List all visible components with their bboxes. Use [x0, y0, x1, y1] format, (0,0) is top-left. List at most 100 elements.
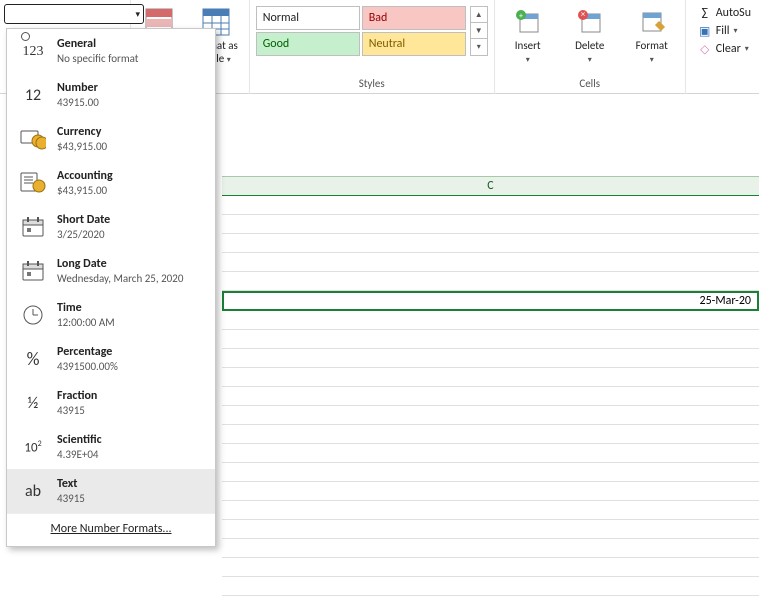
- chevron-down-icon: ▾: [135, 9, 140, 20]
- option-preview: 43915: [57, 492, 85, 505]
- option-title: Time: [57, 301, 115, 315]
- grid-row[interactable]: [222, 234, 759, 253]
- grid-row[interactable]: [222, 520, 759, 539]
- grid-row[interactable]: [222, 425, 759, 444]
- delete-button[interactable]: × Delete ▾: [563, 2, 617, 65]
- grid-row[interactable]: [222, 349, 759, 368]
- grid-row[interactable]: [222, 501, 759, 520]
- fill-icon: ▣: [698, 24, 712, 38]
- number-format-option-time[interactable]: Time12:00:00 AM: [7, 293, 215, 337]
- text-icon: ab: [19, 477, 47, 505]
- chevron-down-icon: ▾: [227, 55, 231, 65]
- worksheet-grid[interactable]: 25-Mar-20: [222, 196, 759, 607]
- chevron-down-icon: ▾: [650, 55, 654, 65]
- number-format-option-accounting[interactable]: Accounting $43,915.00: [7, 161, 215, 205]
- option-title: Short Date: [57, 213, 110, 227]
- grid-row[interactable]: [222, 463, 759, 482]
- option-preview: $43,915.00: [57, 184, 113, 197]
- column-letter: C: [487, 179, 493, 193]
- option-preview: $43,915.00: [57, 140, 107, 153]
- option-title: Scientific: [57, 433, 102, 447]
- style-neutral[interactable]: Neutral: [362, 32, 466, 56]
- option-title: General: [57, 37, 138, 51]
- more-number-formats-link[interactable]: More Number Formats...: [7, 513, 215, 546]
- option-title: Currency: [57, 125, 107, 139]
- grid-row[interactable]: [222, 558, 759, 577]
- cell-styles-gallery[interactable]: Normal Bad Good Neutral: [256, 6, 466, 56]
- style-bad[interactable]: Bad: [362, 6, 466, 30]
- editing-group: ∑ AutoSu ▣ Fill ▾ ◇ Clear ▾: [692, 2, 753, 56]
- number-format-option-number[interactable]: 12 Number43915.00: [7, 73, 215, 117]
- cells-group: + Insert▾ × Delete ▾ Format ▾ Cells: [495, 0, 686, 94]
- option-title: Long Date: [57, 257, 183, 271]
- accounting-icon: [19, 169, 47, 197]
- option-preview: 43915.00: [57, 96, 99, 109]
- grid-row[interactable]: [222, 406, 759, 425]
- number-format-option-scientific[interactable]: 102 Scientific4.39E+04: [7, 425, 215, 469]
- gallery-scroll-down[interactable]: ▼: [471, 23, 487, 39]
- option-preview: 43915: [57, 404, 97, 417]
- clear-button[interactable]: ◇ Clear ▾: [698, 42, 751, 56]
- longdate-icon: [19, 257, 47, 285]
- grid-row[interactable]: [222, 272, 759, 291]
- option-preview: 4.39E+04: [57, 448, 102, 461]
- delete-label: Delete: [575, 39, 604, 52]
- insert-button[interactable]: + Insert▾: [501, 2, 555, 65]
- style-normal[interactable]: Normal: [256, 6, 360, 30]
- grid-row[interactable]: [222, 387, 759, 406]
- delete-icon: ×: [574, 6, 606, 38]
- scientific-icon: 102: [19, 433, 47, 461]
- column-header[interactable]: C: [222, 176, 759, 196]
- svg-text:+: +: [519, 11, 523, 21]
- insert-label: Insert: [515, 39, 541, 52]
- option-title: Number: [57, 81, 99, 95]
- grid-row[interactable]: [222, 196, 759, 215]
- style-good[interactable]: Good: [256, 32, 360, 56]
- grid-row[interactable]: [222, 444, 759, 463]
- clear-label: Clear: [716, 42, 741, 56]
- gallery-scroll-up[interactable]: ▲: [471, 7, 487, 23]
- number-format-option-fraction[interactable]: ½ Fraction43915: [7, 381, 215, 425]
- number-format-option-text[interactable]: abText43915: [7, 469, 215, 513]
- option-title: Fraction: [57, 389, 97, 403]
- styles-group: Normal Bad Good Neutral ▲ ▼ ▾ Styles: [250, 0, 495, 94]
- grid-row[interactable]: [222, 539, 759, 558]
- grid-row[interactable]: [222, 311, 759, 330]
- number-format-option-general[interactable]: 123 GeneralNo specific format: [7, 29, 215, 73]
- sigma-icon: ∑: [698, 6, 712, 20]
- cell-value: 25-Mar-20: [699, 294, 751, 308]
- chevron-down-icon: ▾: [588, 55, 592, 65]
- option-preview: No specific format: [57, 52, 138, 65]
- fill-label: Fill: [716, 24, 730, 38]
- shortdate-icon: [19, 213, 47, 241]
- number-format-option-currency[interactable]: Currency$43,915.00: [7, 117, 215, 161]
- eraser-icon: ◇: [698, 42, 712, 56]
- autosum-button[interactable]: ∑ AutoSu: [698, 6, 751, 20]
- grid-row[interactable]: [222, 330, 759, 349]
- number-format-option-percentage[interactable]: %Percentage4391500.00%: [7, 337, 215, 381]
- option-preview: Wednesday, March 25, 2020: [57, 272, 183, 285]
- format-button[interactable]: Format ▾: [625, 2, 679, 65]
- styles-group-label: Styles: [359, 77, 385, 92]
- option-preview: 12:00:00 AM: [57, 316, 115, 329]
- fraction-icon: ½: [19, 389, 47, 417]
- fill-button[interactable]: ▣ Fill ▾: [698, 24, 751, 38]
- grid-row[interactable]: [222, 368, 759, 387]
- grid-row[interactable]: 25-Mar-20: [222, 291, 759, 311]
- grid-row[interactable]: [222, 577, 759, 596]
- gallery-scroll: ▲ ▼ ▾: [470, 6, 488, 56]
- format-label: Format: [636, 39, 668, 52]
- number-format-option-longdate[interactable]: Long DateWednesday, March 25, 2020: [7, 249, 215, 293]
- grid-row[interactable]: [222, 215, 759, 234]
- grid-row[interactable]: [222, 482, 759, 501]
- chevron-down-icon: ▾: [733, 26, 737, 36]
- chevron-down-icon: ▾: [745, 44, 749, 54]
- cells-group-label: Cells: [579, 77, 600, 92]
- general-icon: 123: [19, 37, 47, 65]
- number-icon: 12: [19, 81, 47, 109]
- option-preview: 4391500.00%: [57, 360, 118, 373]
- number-format-option-shortdate[interactable]: Short Date3/25/2020: [7, 205, 215, 249]
- grid-row[interactable]: [222, 253, 759, 272]
- gallery-scroll-more[interactable]: ▾: [471, 39, 487, 55]
- number-format-combobox[interactable]: ▾: [4, 4, 144, 24]
